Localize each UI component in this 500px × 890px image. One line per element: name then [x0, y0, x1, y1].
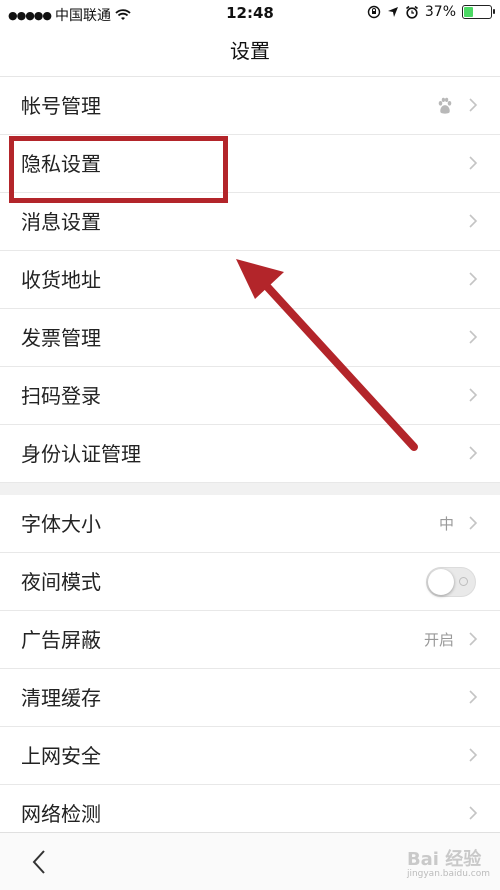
settings-row-browsing-security[interactable]: 上网安全 [0, 727, 500, 785]
chevron-right-icon [469, 806, 478, 820]
chevron-right-icon [469, 214, 478, 228]
row-label: 身份认证管理 [21, 442, 141, 466]
settings-row-qr-login[interactable]: 扫码登录 [0, 367, 500, 425]
chevron-right-icon [469, 156, 478, 170]
chevron-right-icon [469, 446, 478, 460]
watermark-text: Bai 经验 [406, 849, 482, 870]
settings-row-invoice[interactable]: 发票管理 [0, 309, 500, 367]
battery-fill [464, 7, 473, 17]
baidu-paw-icon [438, 97, 452, 114]
status-bar: ●●●●● 中国联通 12:48 37% [0, 0, 500, 28]
watermark-logo: Bai 经验 jingyan.baidu.com [407, 845, 490, 879]
chevron-right-icon [469, 632, 478, 646]
location-icon [387, 7, 398, 17]
alarm-icon [405, 5, 418, 19]
night-mode-toggle[interactable] [426, 567, 476, 597]
section-divider [0, 483, 500, 495]
row-label: 发票管理 [21, 326, 101, 350]
status-right: 37% [367, 4, 495, 20]
settings-row-font-size[interactable]: 字体大小 中 [0, 495, 500, 553]
battery-icon [462, 5, 495, 19]
battery-percentage: 37% [424, 4, 456, 20]
settings-group-display: 字体大小 中 夜间模式 广告屏蔽 开启 清理缓存 上网安全 网络检测 [0, 495, 500, 843]
toggle-off-indicator-icon [459, 577, 468, 586]
settings-row-night-mode: 夜间模式 [0, 553, 500, 611]
watermark-url: jingyan.baidu.com [406, 869, 490, 879]
row-label: 扫码登录 [21, 384, 101, 408]
chevron-right-icon [469, 690, 478, 704]
row-label: 字体大小 [21, 512, 101, 536]
page-title: 设置 [230, 39, 270, 63]
nav-bar: 设置 [0, 28, 500, 77]
settings-row-shipping-address[interactable]: 收货地址 [0, 251, 500, 309]
chevron-right-icon [469, 330, 478, 344]
settings-row-identity-verification[interactable]: 身份认证管理 [0, 425, 500, 483]
chevron-right-icon [469, 516, 478, 530]
row-label: 清理缓存 [21, 686, 101, 710]
highlight-box [9, 136, 228, 203]
orientation-lock-icon [367, 5, 381, 19]
row-label: 夜间模式 [21, 570, 101, 594]
chevron-right-icon [469, 98, 478, 112]
chevron-right-icon [469, 272, 478, 286]
settings-row-clear-cache[interactable]: 清理缓存 [0, 669, 500, 727]
chevron-right-icon [469, 388, 478, 402]
chevron-right-icon [469, 748, 478, 762]
row-label: 上网安全 [21, 744, 101, 768]
bottom-toolbar: Bai 经验 jingyan.baidu.com [0, 832, 500, 890]
toggle-knob [428, 569, 454, 595]
font-size-value: 中 [438, 515, 454, 533]
settings-row-ad-block[interactable]: 广告屏蔽 开启 [0, 611, 500, 669]
row-label: 帐号管理 [21, 94, 101, 118]
back-arrow-icon[interactable] [30, 849, 48, 875]
ad-block-value: 开启 [423, 631, 454, 649]
row-label: 收货地址 [21, 268, 101, 292]
settings-row-account-management[interactable]: 帐号管理 [0, 77, 500, 135]
row-label: 广告屏蔽 [21, 628, 101, 652]
